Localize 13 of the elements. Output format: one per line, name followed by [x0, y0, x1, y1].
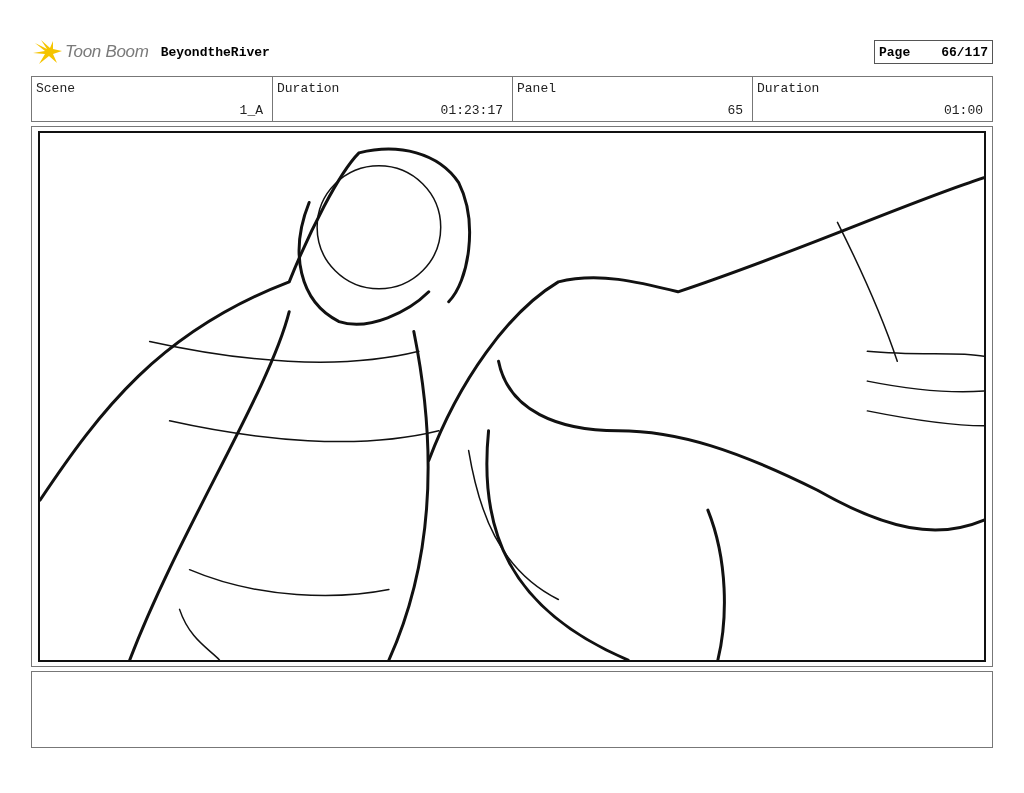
field-value: 65	[727, 103, 743, 118]
starburst-logo-icon	[33, 39, 63, 65]
page-label: Page	[879, 44, 911, 60]
field-value: 1_A	[239, 103, 263, 118]
field-label: Panel	[517, 81, 557, 96]
project-title: BeyondtheRiver	[160, 44, 270, 60]
field-value: 01:23:17	[440, 103, 503, 118]
logo-text: Toon Boom	[65, 42, 149, 62]
field-label: Duration	[277, 81, 341, 96]
field-label: Scene	[36, 81, 76, 96]
page-number: 66/117	[941, 44, 988, 60]
field-label: Duration	[757, 81, 821, 96]
field-value: 01:00	[944, 103, 983, 118]
